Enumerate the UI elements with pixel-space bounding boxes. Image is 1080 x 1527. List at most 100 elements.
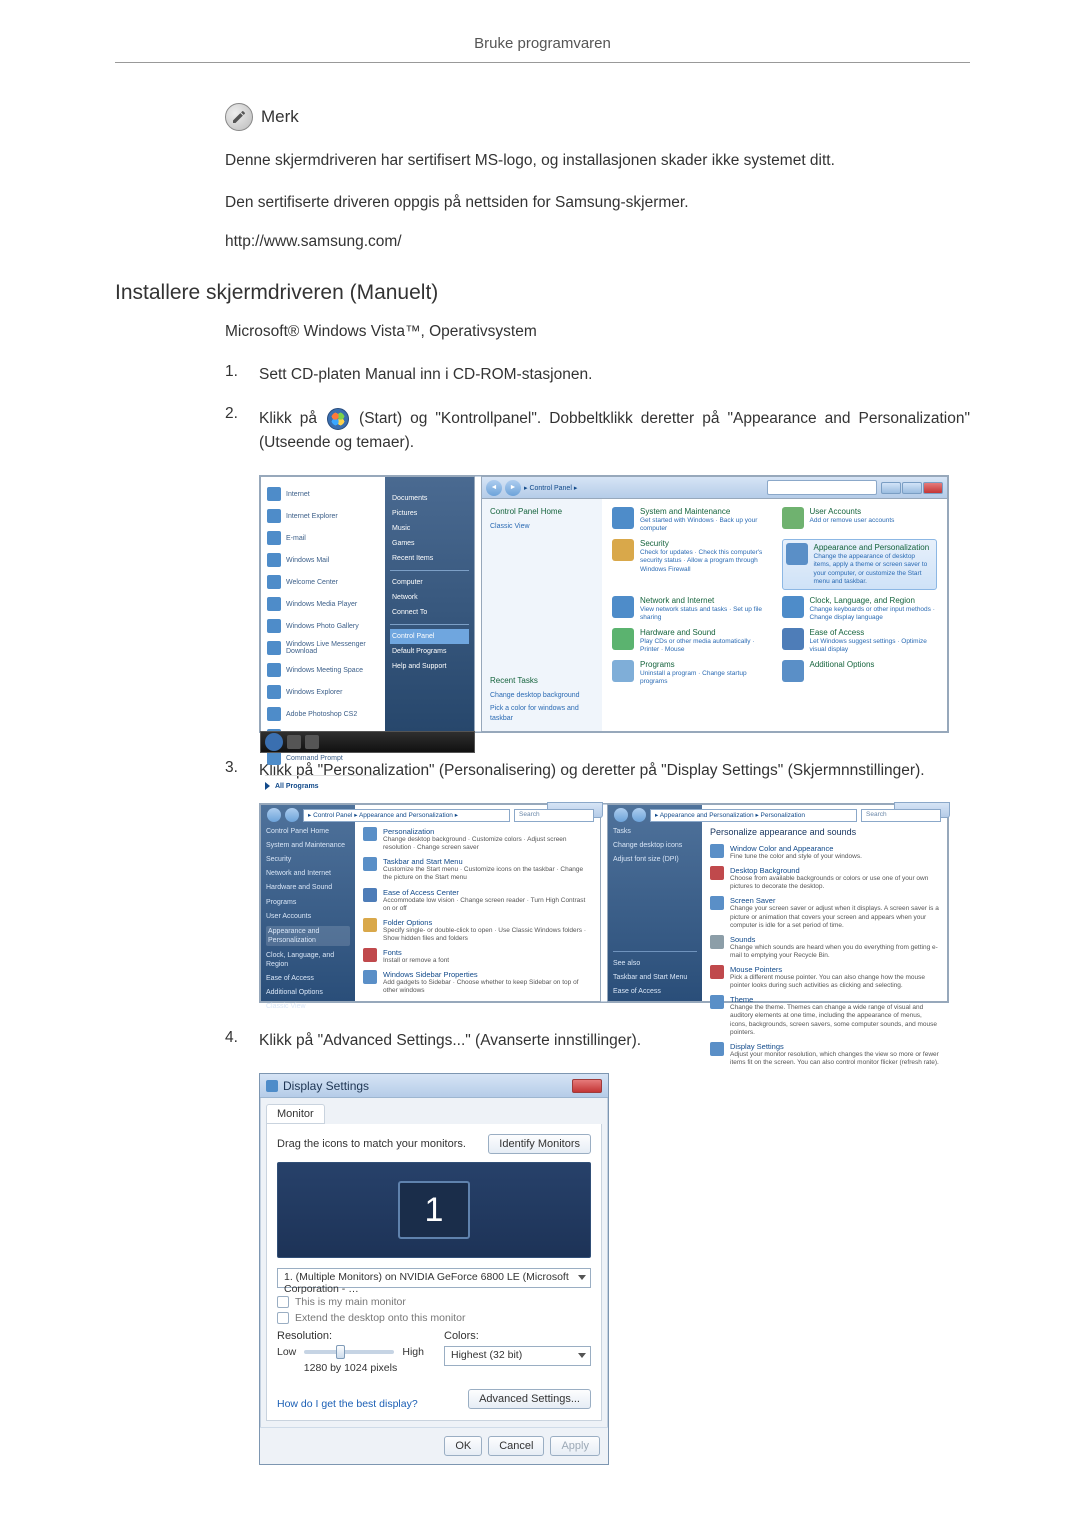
category-icon [786, 543, 808, 565]
appearance-item: FontsInstall or remove a font [363, 948, 592, 965]
step-text-a: Klikk på [259, 410, 325, 427]
dialog-footer: OK Cancel Apply [260, 1427, 608, 1464]
arrow-right-icon [265, 782, 270, 790]
item-icon [710, 995, 724, 1009]
item-icon [363, 948, 377, 962]
step-number: 4. [225, 1029, 259, 1053]
step-text-b: (Start) og "Kontrollpanel". Dobbeltklikk… [259, 410, 970, 451]
sidebar-item: Tasks [613, 827, 697, 836]
category-icon [782, 628, 804, 650]
sidebar-recent-item: Pick a color for windows and taskbar [490, 704, 594, 723]
app-icon [267, 575, 281, 589]
search-input: Search [514, 809, 594, 822]
start-menu-item: Windows Media Player [265, 593, 381, 615]
item-icon [710, 935, 724, 949]
personalization-item: Desktop BackgroundChoose from available … [710, 866, 939, 891]
start-menu-item: Windows Explorer [265, 681, 381, 703]
app-icon [267, 619, 281, 633]
colors-label: Colors: [444, 1330, 591, 1342]
sidebar-recent-header: Recent Tasks [490, 676, 594, 685]
sidebar-item: Appearance and Personalization [266, 926, 350, 946]
sidebar-item: See also [613, 959, 697, 968]
quicklaunch-icon [287, 735, 301, 749]
start-menu-right-item: Default Programs [390, 644, 469, 659]
nav-back-icon [614, 808, 628, 822]
app-icon [267, 553, 281, 567]
slider-low: Low [277, 1346, 296, 1358]
control-panel-category: Additional Options [782, 660, 938, 686]
slider-thumb-icon [336, 1345, 345, 1359]
control-panel-category: Ease of AccessLet Windows suggest settin… [782, 628, 938, 654]
app-icon [267, 751, 281, 765]
breadcrumb: ▸ Control Panel ▸ [524, 484, 577, 492]
start-menu-right-item: Music [390, 521, 469, 536]
step-2: 2. Klikk på (Start) og "Kontrollpanel". … [225, 407, 970, 455]
appearance-window: ▸ Control Panel ▸ Appearance and Persona… [260, 804, 601, 1002]
sidebar-item: Ease of Access [266, 974, 350, 983]
control-panel-category: Network and InternetView network status … [612, 596, 768, 622]
start-menu-right-item: Network [390, 590, 469, 605]
control-panel-category: Appearance and PersonalizationChange the… [782, 539, 938, 590]
personalization-item: Display SettingsAdjust your monitor reso… [710, 1042, 939, 1067]
checkbox-label: This is my main monitor [295, 1296, 406, 1308]
personalization-window: ▸ Appearance and Personalization ▸ Perso… [607, 804, 948, 1002]
slider-high: High [402, 1346, 424, 1358]
sidebar-item: Ease of Access [613, 987, 697, 996]
main-monitor-checkbox: This is my main monitor [277, 1296, 591, 1308]
personalization-sidebar: TasksChange desktop iconsAdjust font siz… [608, 805, 702, 1001]
start-menu-right-item: Help and Support [390, 659, 469, 674]
start-menu-item: E-mail [265, 527, 381, 549]
start-menu-right-item: Control Panel [390, 629, 469, 644]
step-text: Klikk på (Start) og "Kontrollpanel". Dob… [259, 407, 970, 455]
resolution-slider: Low High [277, 1346, 424, 1358]
start-menu-right-item: Pictures [390, 506, 469, 521]
appearance-items: PersonalizationChange desktop background… [355, 805, 600, 1001]
drag-label: Drag the icons to match your monitors. [277, 1138, 466, 1150]
control-panel-category: ProgramsUninstall a program · Change sta… [612, 660, 768, 686]
start-menu-preview: InternetInternet ExplorerE-mailWindows M… [260, 476, 475, 732]
app-icon [267, 509, 281, 523]
sidebar-item: Network and Internet [266, 869, 350, 878]
item-icon [710, 844, 724, 858]
appearance-item: Ease of Access CenterAccommodate low vis… [363, 888, 592, 913]
steps-list: 1. Sett CD-platen Manual inn i CD-ROM-st… [225, 363, 970, 455]
personalization-item: Window Color and AppearanceFine tune the… [710, 844, 939, 861]
app-icon [267, 487, 281, 501]
start-menu-right-item: Games [390, 536, 469, 551]
start-menu-right-item: Recent Items [390, 551, 469, 566]
step-text: Sett CD-platen Manual inn i CD-ROM-stasj… [259, 363, 970, 387]
sidebar-item: Clock, Language, and Region [266, 951, 350, 969]
category-icon [782, 507, 804, 529]
category-icon [782, 596, 804, 618]
step-1: 1. Sett CD-platen Manual inn i CD-ROM-st… [225, 363, 970, 387]
minimize-icon [881, 482, 901, 494]
maximize-icon [902, 482, 922, 494]
control-panel-category: User AccountsAdd or remove user accounts [782, 507, 938, 533]
quicklaunch-icon [305, 735, 319, 749]
search-input [767, 480, 877, 495]
dialog-titlebar: Display Settings [260, 1074, 608, 1098]
extend-desktop-checkbox: Extend the desktop onto this monitor [277, 1312, 591, 1324]
app-icon [267, 685, 281, 699]
personalization-item: Screen SaverChange your screen saver or … [710, 896, 939, 929]
nav-back-icon: ◄ [486, 480, 502, 496]
item-icon [710, 896, 724, 910]
item-icon [363, 918, 377, 932]
start-menu-item: Internet [265, 483, 381, 505]
step-number: 3. [225, 759, 259, 783]
start-menu-right-item: Documents [390, 491, 469, 506]
windows-start-orb-icon [327, 408, 349, 430]
control-panel-categories: System and MaintenanceGet started with W… [602, 499, 947, 731]
step-number: 2. [225, 405, 259, 453]
checkbox-icon [277, 1296, 289, 1308]
window-titlebar: ◄ ► ▸ Control Panel ▸ [482, 477, 947, 499]
start-menu-item: Windows Photo Gallery [265, 615, 381, 637]
taskbar-preview [260, 731, 475, 753]
category-icon [612, 507, 634, 529]
screenshot-step-3: ▸ Control Panel ▸ Appearance and Persona… [259, 803, 970, 1003]
control-panel-sidebar: Control Panel Home Classic View Recent T… [482, 499, 602, 731]
personalization-heading: Personalize appearance and sounds [710, 827, 939, 837]
note-paragraph-2: Den sertifiserte driveren oppgis på nett… [225, 191, 970, 215]
close-icon [923, 482, 943, 494]
screenshot-step-4: Display Settings Monitor Drag the icons … [259, 1073, 970, 1465]
